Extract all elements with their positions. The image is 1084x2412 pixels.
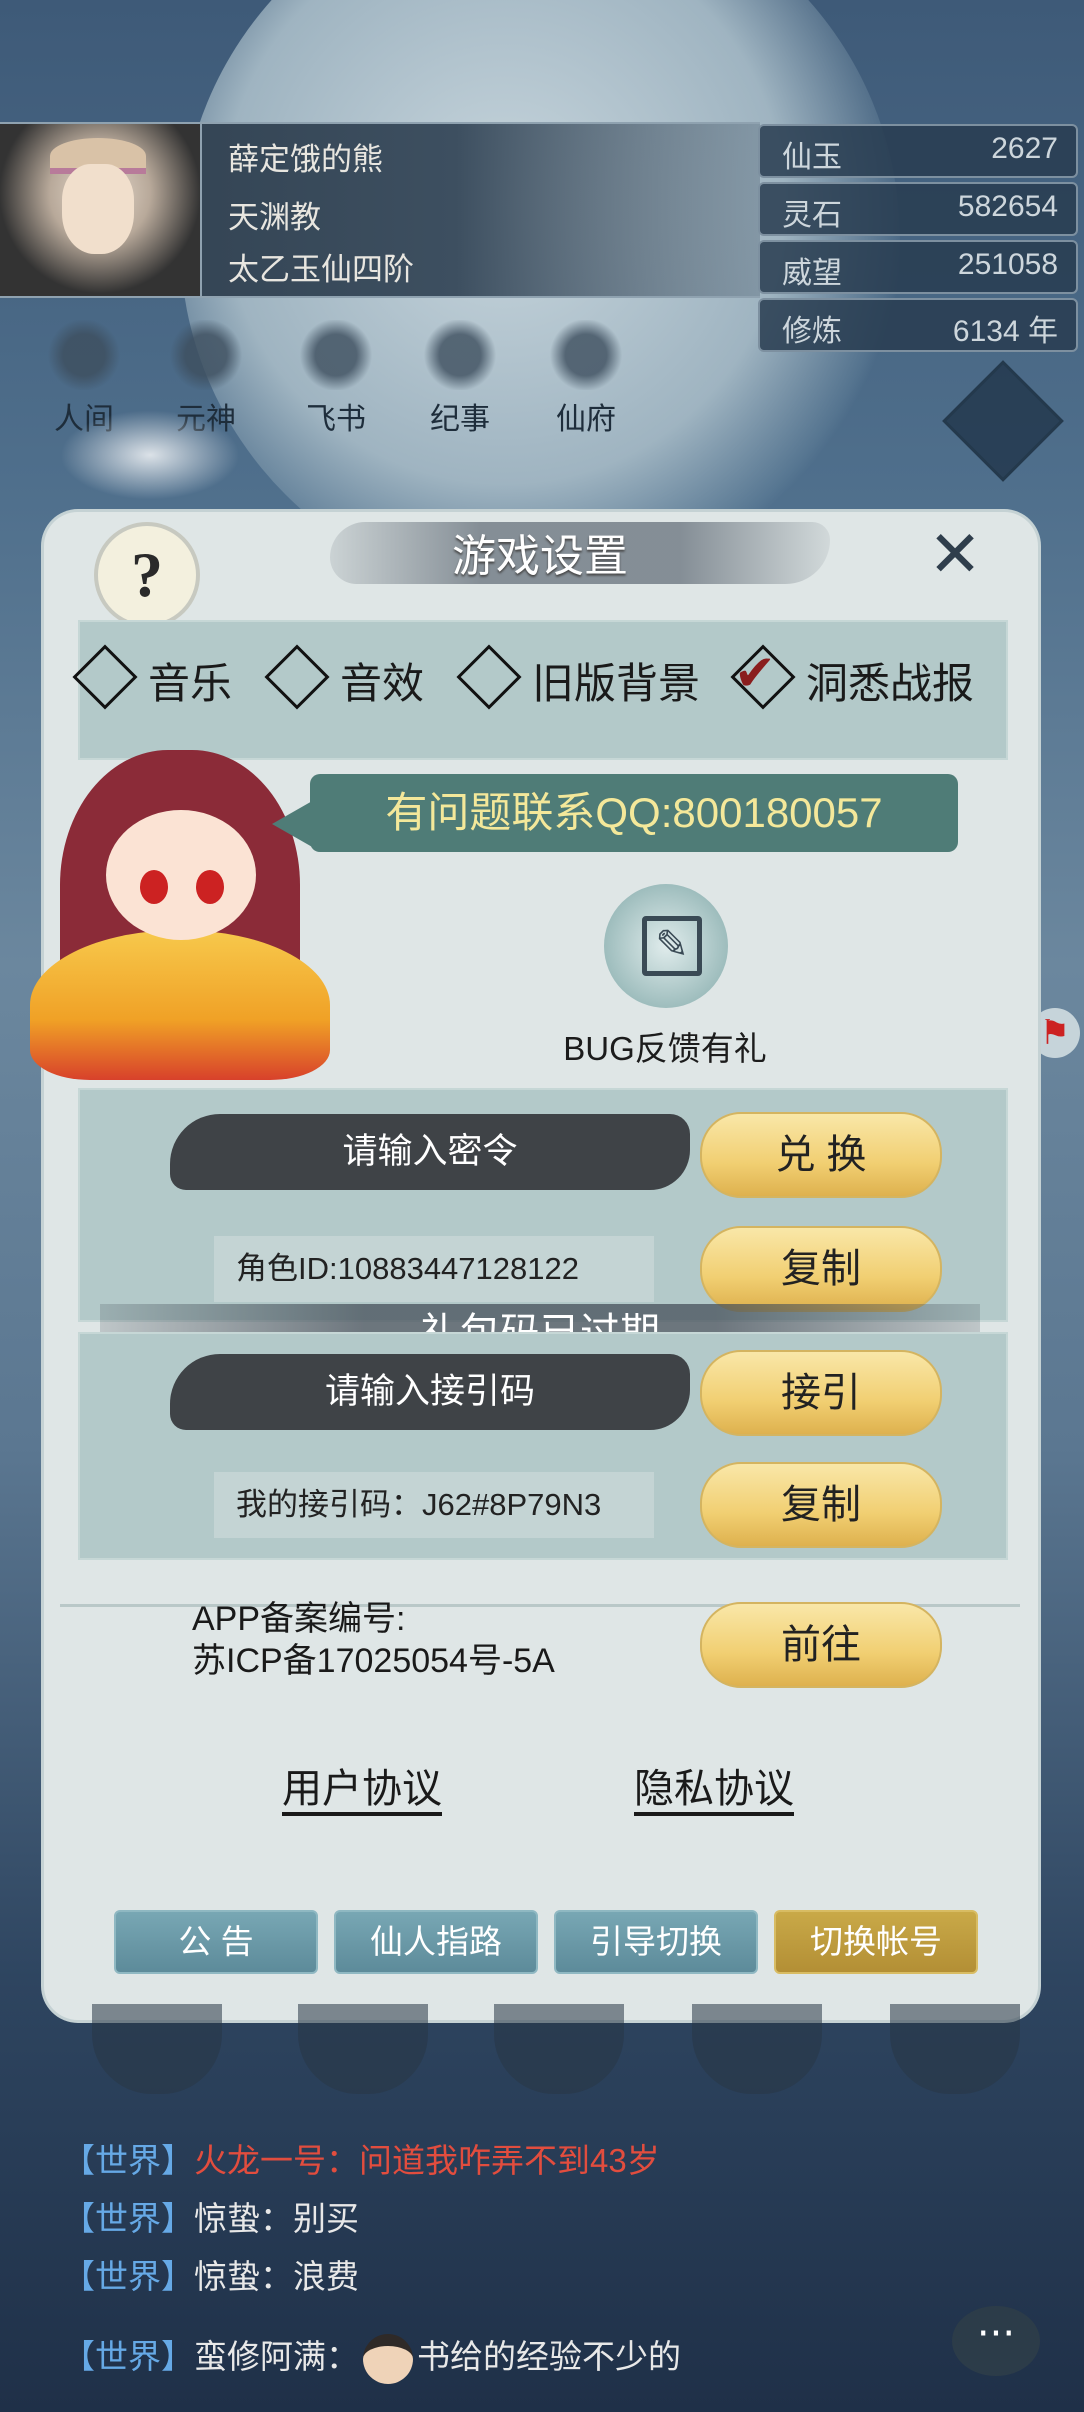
option-label: 音乐: [148, 660, 233, 707]
bottom-bar-icon[interactable]: [298, 2004, 428, 2094]
option-label: 旧版背景: [532, 660, 701, 707]
mascot-girl-image: [10, 720, 340, 1090]
option-label: 音效: [340, 660, 425, 707]
referral-button[interactable]: 接引: [700, 1350, 942, 1436]
icp-label: APP备案编号:: [192, 1600, 406, 1638]
mascot-dress: [30, 930, 330, 1080]
chat-channel-tag: 【世界】: [62, 2142, 194, 2179]
speech-bubble-tail: [272, 800, 314, 848]
bottom-bar-icon[interactable]: [890, 2004, 1020, 2094]
option-sfx[interactable]: 音效: [262, 643, 425, 730]
chat-bubble-icon[interactable]: ···: [952, 2306, 1040, 2376]
player-realm: 太乙玉仙四阶: [228, 252, 414, 287]
stat-value: 6134 年: [952, 315, 1058, 348]
close-button[interactable]: ✕: [920, 520, 990, 590]
scroll-icon: [422, 320, 498, 390]
announcement-button[interactable]: 公 告: [114, 1910, 318, 1974]
privacy-agreement-link[interactable]: 隐私协议: [634, 1756, 794, 1814]
bottom-bar-icon[interactable]: [494, 2004, 624, 2094]
stat-label: 修炼: [782, 315, 842, 348]
stat-weiwang: 威望 251058: [758, 240, 1078, 294]
password-input[interactable]: 请输入密令: [170, 1114, 690, 1190]
stat-label: 仙玉: [782, 141, 842, 174]
icp-info: APP备案编号: 苏ICP备17025054号-5A: [192, 1598, 555, 1682]
nav-xianfu[interactable]: 仙府: [536, 320, 636, 438]
chat-message: 惊蛰：浪费: [194, 2258, 359, 2295]
redeem-button[interactable]: 兑 换: [700, 1112, 942, 1198]
chat-line: 【世界】火龙一号：问道我咋弄不到43岁: [62, 2134, 660, 2182]
mascot-face: [106, 810, 256, 940]
checkmark-icon: ✔: [734, 645, 776, 701]
option-label: 洞悉战报: [806, 660, 975, 707]
role-id-field: 角色ID:10883447128122: [214, 1236, 654, 1302]
chat-channel-tag: 【世界】: [62, 2258, 194, 2295]
dialog-title: 游戏设置: [452, 532, 628, 581]
chat-channel-tag: 【世界】: [62, 2200, 194, 2237]
option-music[interactable]: 音乐: [70, 643, 233, 730]
switch-account-button[interactable]: 切换帐号: [774, 1910, 978, 1974]
chat-message: 惊蛰：别买: [194, 2200, 359, 2237]
crane-decoration: [60, 410, 240, 500]
stat-label: 灵石: [782, 199, 842, 232]
nav-label: 飞书: [306, 403, 366, 436]
my-referral-code: 我的接引码：J62#8P79N3: [214, 1472, 654, 1538]
nav-label: 仙府: [556, 403, 616, 436]
guide-button[interactable]: 仙人指路: [334, 1910, 538, 1974]
nav-label: 纪事: [430, 403, 490, 436]
envelope-icon: [298, 320, 374, 390]
icp-number: 苏ICP备17025054号-5A: [192, 1642, 555, 1680]
bottom-bar-icon[interactable]: [692, 2004, 822, 2094]
qq-contact-bubble: 有问题联系QQ:800180057: [310, 774, 958, 852]
bottom-bar-icon[interactable]: [92, 2004, 222, 2094]
pavilion-icon: [548, 320, 624, 390]
nav-feishu[interactable]: 飞书: [286, 320, 386, 438]
copy-referral-button[interactable]: 复制: [700, 1462, 942, 1548]
option-battle-report[interactable]: ✔ 洞悉战报: [728, 643, 975, 730]
emoji-face-icon: [363, 2334, 413, 2385]
renjian-icon: [46, 320, 122, 390]
help-button[interactable]: ?: [94, 522, 200, 628]
goto-button[interactable]: 前往: [700, 1602, 942, 1688]
player-sect: 天渊教: [228, 200, 321, 235]
bug-feedback-label: BUG反馈有礼: [563, 1030, 767, 1067]
nav-jishi[interactable]: 纪事: [410, 320, 510, 438]
chat-line: 【世界】惊蛰：别买: [62, 2192, 359, 2240]
expand-menu-icon[interactable]: [942, 360, 1064, 482]
stat-xianyu: 仙玉 2627: [758, 124, 1078, 178]
checkbox-unchecked-icon[interactable]: [72, 643, 138, 710]
user-agreement-link[interactable]: 用户协议: [282, 1756, 442, 1814]
stat-lingshi: 灵石 582654: [758, 182, 1078, 236]
stat-xiulian: 修炼 6134 年: [758, 298, 1078, 352]
chat-line: 【世界】蛮修阿满： 书给的经验不少的: [62, 2330, 681, 2385]
stat-value: 2627: [991, 132, 1058, 165]
chat-channel-tag: 【世界】: [62, 2338, 194, 2375]
edit-icon: ✎: [642, 916, 702, 976]
tutorial-toggle-button[interactable]: 引导切换: [554, 1910, 758, 1974]
chat-message: 书给的经验不少的: [417, 2338, 681, 2375]
stat-value: 251058: [957, 248, 1058, 281]
yuanshen-icon: [168, 320, 244, 390]
avatar[interactable]: [0, 124, 202, 296]
stat-value: 582654: [957, 190, 1058, 223]
mascot-eye: [196, 870, 224, 904]
chat-message: 火龙一号：问道我咋弄不到43岁: [194, 2142, 660, 2179]
checkbox-unchecked-icon[interactable]: [264, 643, 330, 710]
player-name: 薛定饿的熊: [228, 142, 383, 177]
option-old-background[interactable]: 旧版背景: [454, 643, 701, 730]
mascot-eye: [140, 870, 168, 904]
chat-message: 蛮修阿满：: [194, 2338, 359, 2375]
referral-input[interactable]: 请输入接引码: [170, 1354, 690, 1430]
avatar-face: [62, 164, 134, 254]
stat-label: 威望: [782, 257, 842, 290]
checkbox-unchecked-icon[interactable]: [456, 643, 522, 710]
chat-line: 【世界】惊蛰：浪费: [62, 2250, 359, 2298]
